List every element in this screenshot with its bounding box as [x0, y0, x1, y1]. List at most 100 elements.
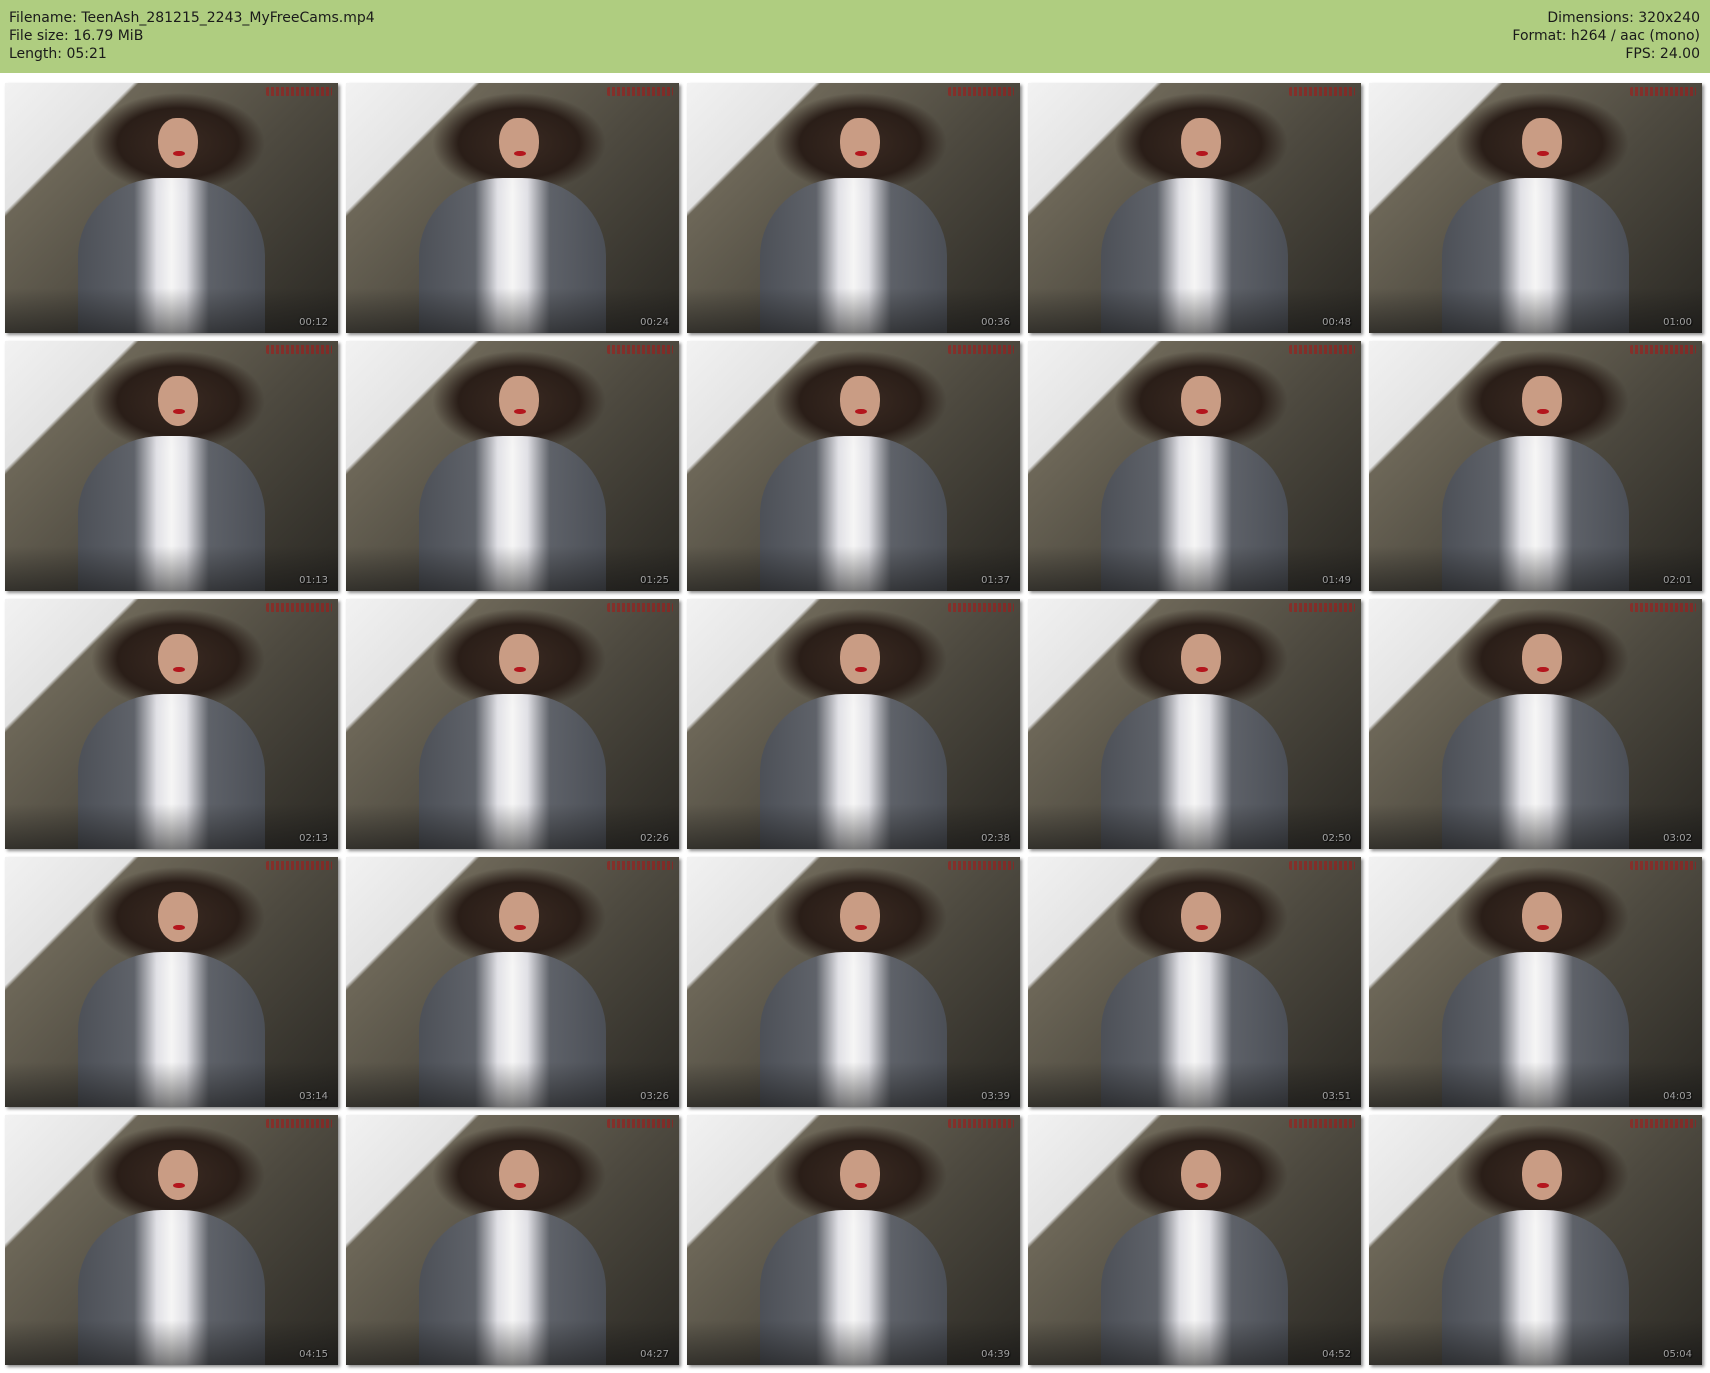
frame-detail	[855, 666, 867, 672]
watermark-overlay	[948, 1119, 1014, 1128]
watermark-overlay	[266, 861, 332, 870]
frame-detail	[855, 408, 867, 414]
video-frame-thumbnail: 00:12	[5, 83, 338, 333]
info-header: Filename: TeenAsh_281215_2243_MyFreeCams…	[0, 0, 1710, 73]
video-frame-thumbnail: 00:48	[1028, 83, 1361, 333]
frame-subject	[499, 892, 540, 942]
frame-subject	[1181, 118, 1222, 168]
frame-detail	[1196, 408, 1208, 414]
frame-subject	[158, 118, 199, 168]
frame-subject	[1181, 634, 1222, 684]
video-frame-thumbnail: 03:51	[1028, 857, 1361, 1107]
frame-timestamp: 00:24	[640, 317, 669, 328]
length-line: Length: 05:21	[9, 45, 375, 63]
watermark-overlay	[1630, 603, 1696, 612]
video-frame-thumbnail: 03:02	[1369, 599, 1702, 849]
frame-detail	[173, 924, 185, 930]
video-frame-thumbnail: 04:39	[687, 1115, 1020, 1365]
frame-timestamp: 01:13	[299, 575, 328, 586]
video-frame-thumbnail: 02:38	[687, 599, 1020, 849]
frame-detail	[514, 150, 526, 156]
filesize-value: 16.79 MiB	[73, 28, 144, 44]
watermark-overlay	[948, 345, 1014, 354]
frame-detail	[514, 1182, 526, 1188]
watermark-overlay	[266, 603, 332, 612]
frame-timestamp: 00:12	[299, 317, 328, 328]
frame-timestamp: 04:27	[640, 1349, 669, 1360]
frame-detail	[855, 150, 867, 156]
watermark-overlay	[948, 603, 1014, 612]
filesize-line: File size: 16.79 MiB	[9, 27, 375, 45]
watermark-overlay	[1630, 861, 1696, 870]
frame-subject	[499, 1150, 540, 1200]
frame-detail	[173, 1182, 185, 1188]
length-value: 05:21	[66, 46, 107, 62]
frame-subject	[1522, 118, 1563, 168]
frame-subject	[158, 1150, 199, 1200]
frame-timestamp: 01:49	[1322, 575, 1351, 586]
frame-subject	[158, 376, 199, 426]
frame-subject	[1181, 376, 1222, 426]
frame-detail	[855, 924, 867, 930]
watermark-overlay	[266, 1119, 332, 1128]
frame-subject	[158, 892, 199, 942]
frame-subject	[1522, 892, 1563, 942]
frame-timestamp: 03:26	[640, 1091, 669, 1102]
format-label: Format:	[1512, 28, 1567, 44]
fps-line: FPS: 24.00	[1512, 45, 1700, 63]
watermark-overlay	[607, 87, 673, 96]
frame-detail	[1537, 150, 1549, 156]
frame-timestamp: 02:13	[299, 833, 328, 844]
video-frame-thumbnail: 01:37	[687, 341, 1020, 591]
video-frame-thumbnail: 00:36	[687, 83, 1020, 333]
watermark-overlay	[607, 1119, 673, 1128]
frame-detail	[1537, 1182, 1549, 1188]
frame-detail	[1196, 150, 1208, 156]
frame-detail	[514, 408, 526, 414]
format-line: Format: h264 / aac (mono)	[1512, 27, 1700, 45]
frame-subject	[1181, 892, 1222, 942]
length-label: Length:	[9, 46, 63, 62]
video-frame-thumbnail: 04:03	[1369, 857, 1702, 1107]
video-frame-thumbnail: 03:39	[687, 857, 1020, 1107]
filesize-label: File size:	[9, 28, 69, 44]
frame-timestamp: 04:03	[1663, 1091, 1692, 1102]
video-frame-thumbnail: 02:26	[346, 599, 679, 849]
frame-subject	[499, 634, 540, 684]
frame-timestamp: 01:37	[981, 575, 1010, 586]
video-frame-thumbnail: 02:50	[1028, 599, 1361, 849]
watermark-overlay	[1289, 87, 1355, 96]
watermark-overlay	[607, 603, 673, 612]
frame-subject	[840, 1150, 881, 1200]
frame-timestamp: 03:51	[1322, 1091, 1351, 1102]
filename-label: Filename:	[9, 10, 77, 26]
frame-detail	[1537, 666, 1549, 672]
frame-subject	[1522, 634, 1563, 684]
frame-detail	[514, 666, 526, 672]
watermark-overlay	[1630, 1119, 1696, 1128]
watermark-overlay	[948, 87, 1014, 96]
watermark-overlay	[948, 861, 1014, 870]
video-frame-thumbnail: 05:04	[1369, 1115, 1702, 1365]
frame-detail	[173, 150, 185, 156]
frame-timestamp: 02:01	[1663, 575, 1692, 586]
frame-timestamp: 04:52	[1322, 1349, 1351, 1360]
frame-subject	[1181, 1150, 1222, 1200]
video-frame-thumbnail: 04:27	[346, 1115, 679, 1365]
video-frame-thumbnail: 02:13	[5, 599, 338, 849]
dimensions-label: Dimensions:	[1547, 10, 1634, 26]
dimensions-line: Dimensions: 320x240	[1512, 9, 1700, 27]
frame-timestamp: 03:02	[1663, 833, 1692, 844]
filename-line: Filename: TeenAsh_281215_2243_MyFreeCams…	[9, 9, 375, 27]
video-frame-thumbnail: 01:25	[346, 341, 679, 591]
frame-detail	[1196, 924, 1208, 930]
frame-subject	[1522, 1150, 1563, 1200]
frame-subject	[840, 376, 881, 426]
frame-detail	[855, 1182, 867, 1188]
watermark-overlay	[1630, 87, 1696, 96]
fps-label: FPS:	[1625, 46, 1656, 62]
video-frame-thumbnail: 03:14	[5, 857, 338, 1107]
watermark-overlay	[1289, 1119, 1355, 1128]
frame-detail	[1537, 924, 1549, 930]
frame-timestamp: 01:25	[640, 575, 669, 586]
